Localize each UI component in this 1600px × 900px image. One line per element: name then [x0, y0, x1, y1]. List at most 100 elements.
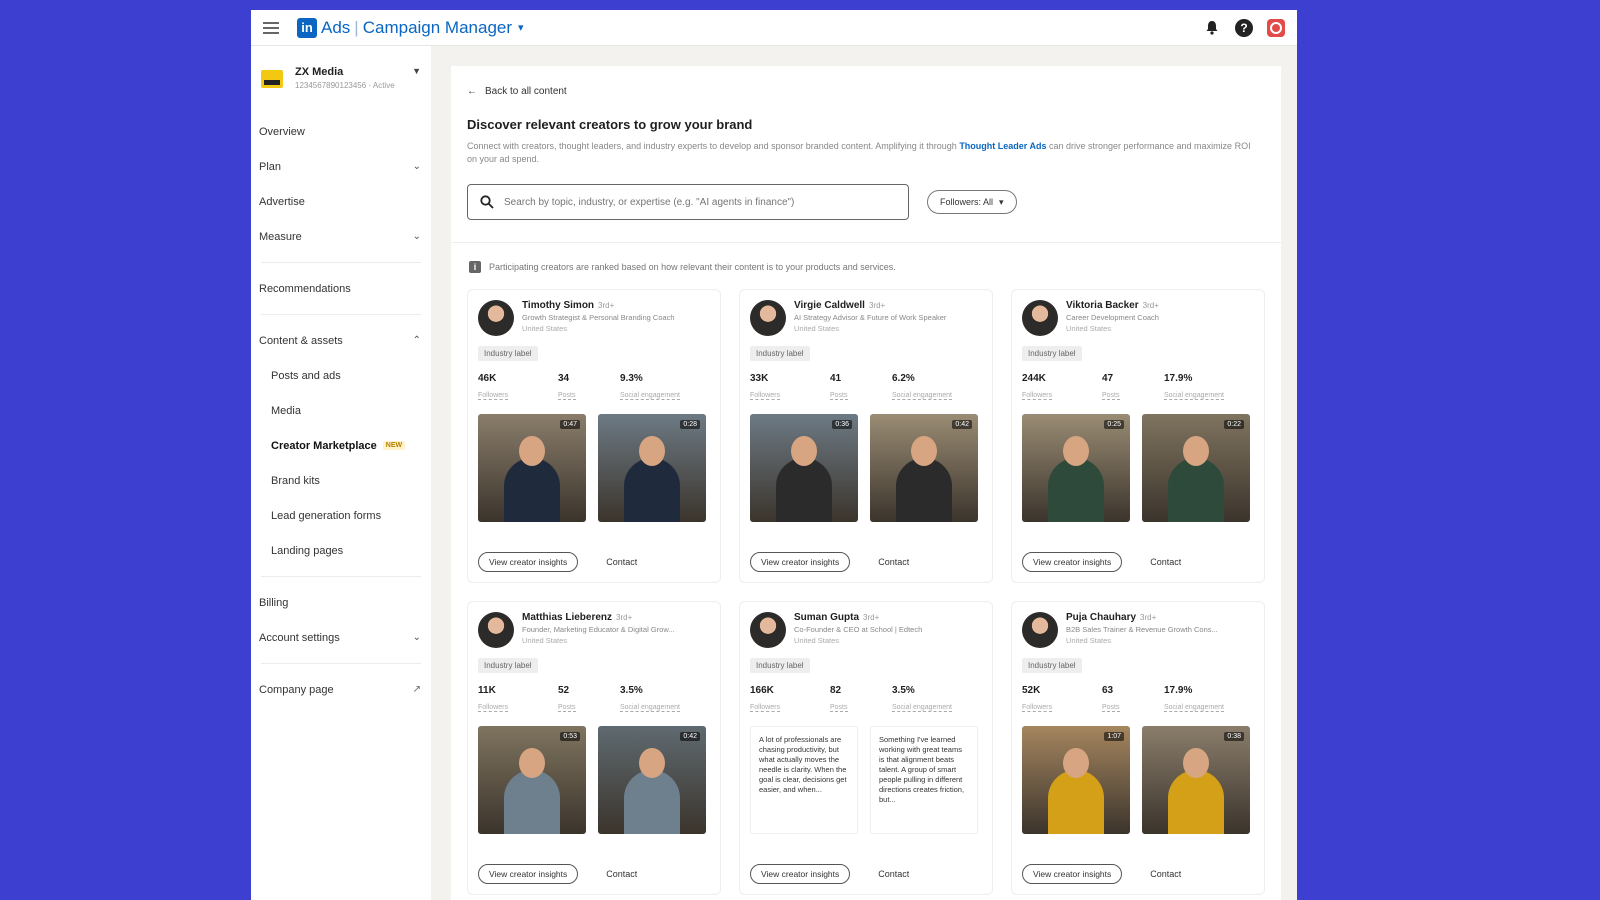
creator-name[interactable]: Puja Chauhary 3rd+	[1066, 612, 1266, 623]
followers-filter[interactable]: Followers: All ▾	[927, 190, 1017, 214]
account-logo	[261, 70, 283, 88]
video-duration: 1:07	[1104, 732, 1124, 741]
nav-creator-marketplace[interactable]: Creator Marketplace NEW	[251, 428, 431, 463]
followers-value: 244K	[1022, 373, 1046, 384]
creator-name[interactable]: Matthias Lieberenz 3rd+	[522, 612, 722, 623]
person-head	[639, 436, 665, 466]
industry-label: Industry label	[1022, 658, 1082, 673]
search-input[interactable]	[504, 196, 884, 208]
app-switcher[interactable]: Ads | Campaign Manager ▾	[321, 18, 524, 38]
nav-measure[interactable]: Measure ⌄	[251, 219, 431, 254]
creator-stats: 244K Followers 47 Posts 17.9% Social engage…	[1022, 373, 1254, 402]
nav-company-page[interactable]: Company page ↗	[251, 672, 431, 707]
creator-location: United States	[1066, 324, 1112, 333]
nav-billing[interactable]: Billing	[251, 585, 431, 620]
contact-button[interactable]: Contact	[878, 557, 909, 567]
creator-location: United States	[1066, 636, 1112, 645]
video-duration: 0:42	[952, 420, 972, 429]
creator-name[interactable]: Suman Gupta 3rd+	[794, 612, 994, 623]
avatar[interactable]	[750, 612, 786, 648]
person-figure	[1048, 458, 1104, 522]
creator-stats: 46K Followers 34 Posts 9.3% Social engageme…	[478, 373, 710, 402]
followers-value: 11K	[478, 685, 496, 696]
nav-plan[interactable]: Plan ⌄	[251, 149, 431, 184]
nav-brand-kits[interactable]: Brand kits	[251, 463, 431, 498]
creator-name[interactable]: Virgie Caldwell 3rd+	[794, 300, 994, 311]
industry-label: Industry label	[750, 346, 810, 361]
video-thumbnail[interactable]: 0:47	[478, 414, 586, 522]
avatar[interactable]	[1022, 612, 1058, 648]
nav-landing-pages[interactable]: Landing pages	[251, 533, 431, 568]
app-window: in Ads | Campaign Manager ▾ ? ZX Media 1…	[251, 10, 1297, 900]
creator-name[interactable]: Timothy Simon 3rd+	[522, 300, 722, 311]
nav-recommendations[interactable]: Recommendations	[251, 271, 431, 306]
person-head	[1063, 748, 1089, 778]
video-thumbnail[interactable]: 0:25	[1022, 414, 1130, 522]
contact-button[interactable]: Contact	[1150, 557, 1181, 567]
person-head	[639, 748, 665, 778]
video-thumbnail[interactable]: 0:53	[478, 726, 586, 834]
video-thumbnail[interactable]: 0:38	[1142, 726, 1250, 834]
nav-label: Company page	[259, 683, 334, 696]
search-box[interactable]	[467, 184, 909, 220]
divider	[261, 314, 421, 315]
connection-degree: 3rd+	[616, 613, 633, 622]
product-icon[interactable]	[1267, 18, 1285, 37]
nav-lead-forms[interactable]: Lead generation forms	[251, 498, 431, 533]
nav-advertise[interactable]: Advertise	[251, 184, 431, 219]
nav-posts-ads[interactable]: Posts and ads	[251, 358, 431, 393]
video-thumbnail[interactable]: 0:28	[598, 414, 706, 522]
back-link[interactable]: ← Back to all content	[467, 86, 1265, 97]
view-insights-button[interactable]: View creator insights	[478, 552, 579, 572]
text-post-preview[interactable]: A lot of professionals are chasing produ…	[750, 726, 858, 834]
industry-label: Industry label	[478, 658, 538, 673]
avatar[interactable]	[478, 300, 514, 336]
nav-overview[interactable]: Overview	[251, 114, 431, 149]
content-thumbnails: 0:53 0:42	[478, 726, 710, 834]
engagement-label: Social engagement	[892, 704, 952, 712]
nav-label: Measure	[259, 230, 302, 243]
person-head	[791, 436, 817, 466]
caret-down-icon: ▾	[999, 196, 1004, 207]
video-thumbnail[interactable]: 0:42	[870, 414, 978, 522]
view-insights-button[interactable]: View creator insights	[750, 552, 851, 572]
nav-label: Account settings	[259, 631, 340, 644]
account-switcher[interactable]: ZX Media 1234567890123456 · Active ▼	[251, 66, 431, 90]
video-thumbnail[interactable]: 0:22	[1142, 414, 1250, 522]
industry-label: Industry label	[750, 658, 810, 673]
help-icon[interactable]: ?	[1235, 18, 1253, 37]
linkedin-logo[interactable]: in	[297, 17, 317, 38]
chevron-up-icon: ⌃	[412, 335, 421, 346]
creator-stats: 11K Followers 52 Posts 3.5% Social engageme…	[478, 685, 710, 714]
contact-button[interactable]: Contact	[606, 557, 637, 567]
view-insights-button[interactable]: View creator insights	[750, 864, 851, 884]
video-thumbnail[interactable]: 0:36	[750, 414, 858, 522]
creator-name-text: Timothy Simon	[522, 300, 595, 311]
thought-leader-ads-link[interactable]: Thought Leader Ads	[959, 141, 1046, 151]
contact-button[interactable]: Contact	[606, 869, 637, 879]
view-insights-button[interactable]: View creator insights	[1022, 552, 1123, 572]
person-figure	[896, 458, 952, 522]
person-figure	[1168, 770, 1224, 834]
caret-down-icon: ▾	[518, 22, 524, 34]
avatar[interactable]	[750, 300, 786, 336]
menu-icon[interactable]	[263, 21, 279, 34]
contact-button[interactable]: Contact	[1150, 869, 1181, 879]
view-insights-button[interactable]: View creator insights	[478, 864, 579, 884]
view-insights-button[interactable]: View creator insights	[1022, 864, 1123, 884]
creator-headline: AI Strategy Advisor & Future of Work Spe…	[794, 313, 947, 322]
avatar[interactable]	[1022, 300, 1058, 336]
contact-button[interactable]: Contact	[878, 869, 909, 879]
creator-name[interactable]: Viktoria Backer 3rd+	[1066, 300, 1266, 311]
person-head	[1183, 748, 1209, 778]
video-thumbnail[interactable]: 1:07	[1022, 726, 1130, 834]
nav-media[interactable]: Media	[251, 393, 431, 428]
bell-icon[interactable]	[1203, 19, 1221, 37]
text-post-preview[interactable]: Something I've learned working with grea…	[870, 726, 978, 834]
avatar[interactable]	[478, 612, 514, 648]
connection-degree: 3rd+	[1140, 613, 1157, 622]
nav-account-settings[interactable]: Account settings ⌄	[251, 620, 431, 655]
main-content: ← Back to all content Discover relevant …	[451, 66, 1281, 900]
video-thumbnail[interactable]: 0:42	[598, 726, 706, 834]
nav-content-assets[interactable]: Content & assets ⌃	[251, 323, 431, 358]
